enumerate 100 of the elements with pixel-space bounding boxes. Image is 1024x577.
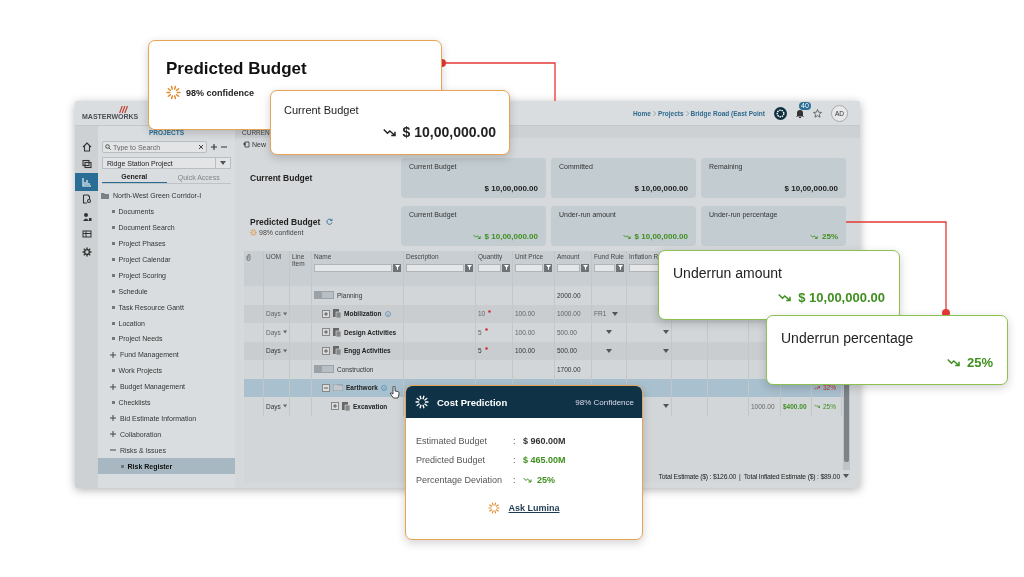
filter-field[interactable] <box>557 263 580 272</box>
bullet-icon <box>111 242 115 246</box>
filter-field[interactable] <box>515 263 543 272</box>
logo-icon <box>118 106 130 113</box>
hand-cursor-icon <box>390 386 400 399</box>
filter-button[interactable] <box>465 263 473 272</box>
spinner-icon[interactable] <box>774 106 787 120</box>
callout-label: Underrun amount <box>673 265 783 281</box>
caret-icon[interactable] <box>663 404 669 409</box>
caret-icon[interactable] <box>220 161 226 165</box>
filter-field[interactable] <box>478 263 501 272</box>
add-icon[interactable] <box>211 144 217 150</box>
filter-field[interactable] <box>629 263 660 272</box>
ask-lumina-link[interactable]: Ask Lumina <box>508 502 560 513</box>
field-value: $ 465.00M <box>523 455 566 466</box>
bell-icon[interactable] <box>796 108 804 118</box>
trend-down-icon <box>814 404 821 409</box>
confidence-label: 98% confidence <box>186 87 255 98</box>
plus-icon[interactable] <box>110 351 116 358</box>
spinner-icon <box>250 228 257 236</box>
card-value: $ 10,00,000.00 <box>484 232 538 241</box>
funnel-icon <box>466 265 472 271</box>
filter-button[interactable] <box>544 263 552 272</box>
bullet-icon <box>111 289 115 293</box>
callout-label: Current Budget <box>284 104 360 116</box>
house-icon[interactable] <box>81 141 92 152</box>
plus-icon <box>333 404 337 409</box>
expand-button[interactable] <box>322 346 330 355</box>
bullet-icon <box>111 401 115 404</box>
bullet-icon <box>111 226 115 230</box>
document-icon <box>333 309 341 319</box>
bullet-icon <box>111 369 115 373</box>
filter-button[interactable] <box>616 263 624 272</box>
funnel-icon <box>394 265 400 271</box>
document-icon <box>333 327 341 337</box>
search-icon <box>105 144 111 150</box>
field-value: $ 960.00M <box>523 435 566 446</box>
section-title: Current Budget <box>250 173 313 183</box>
funnel-icon <box>582 265 588 271</box>
caret-icon[interactable] <box>282 404 287 409</box>
filter-button[interactable] <box>393 263 401 272</box>
callout-value: 25% <box>966 355 993 370</box>
chart-icon[interactable] <box>81 176 92 187</box>
document-search-icon[interactable] <box>81 194 92 205</box>
close-icon[interactable] <box>199 145 203 149</box>
spinner-icon <box>166 85 181 100</box>
callout-title: Predicted Budget <box>166 59 308 79</box>
person-icon[interactable] <box>81 211 92 222</box>
chevron-icon <box>685 110 689 116</box>
funnel-icon <box>503 265 509 271</box>
document-icon <box>333 346 341 356</box>
gear-icon[interactable] <box>81 246 92 257</box>
spinner-icon <box>415 395 429 409</box>
caret-icon[interactable] <box>606 348 612 353</box>
refresh-icon[interactable] <box>326 218 334 225</box>
filter-button[interactable] <box>581 263 589 272</box>
expand-button[interactable] <box>331 402 339 411</box>
caret-icon[interactable] <box>282 348 287 353</box>
colon-text: : <box>513 474 517 485</box>
chevron-icon <box>652 110 656 116</box>
plus-icon[interactable] <box>110 383 116 390</box>
phase-icon <box>314 291 334 300</box>
funnel-icon <box>545 265 551 271</box>
callout-value: $ 10,00,000.00 <box>402 124 496 140</box>
folder-icon <box>333 384 343 392</box>
table-icon[interactable] <box>81 229 92 240</box>
section-title: Predicted Budget <box>250 216 321 227</box>
funnel-icon <box>617 265 623 271</box>
filter-button[interactable] <box>502 263 510 272</box>
plus-icon[interactable] <box>110 415 116 422</box>
layers-icon[interactable] <box>81 159 92 170</box>
plus-icon <box>324 348 328 353</box>
bullet-icon <box>111 210 115 214</box>
colon-text: : <box>513 455 517 466</box>
bullet-icon <box>111 305 115 309</box>
plus-icon <box>324 330 328 335</box>
plus-icon[interactable] <box>110 431 116 438</box>
minus-icon <box>324 385 328 390</box>
trend-up-icon <box>814 385 821 390</box>
document-icon <box>342 401 350 411</box>
phase-icon <box>314 365 334 374</box>
filter-field[interactable] <box>406 263 464 272</box>
star-icon[interactable] <box>813 108 822 118</box>
caret-icon[interactable] <box>663 348 669 353</box>
callout-value: $ 10,00,000.00 <box>798 290 885 305</box>
plus-icon <box>324 311 328 316</box>
caret-icon[interactable] <box>843 474 849 478</box>
filter-field[interactable] <box>594 263 615 272</box>
collapse-button[interactable] <box>322 383 330 392</box>
bullet-icon <box>111 273 115 277</box>
field-value: 25% <box>537 474 555 485</box>
minus-icon[interactable] <box>110 447 116 454</box>
minus-icon[interactable] <box>221 144 227 150</box>
field-label: Percentage Deviation <box>416 474 504 485</box>
confidence-label: 98% Confidence <box>575 397 634 407</box>
filter-field[interactable] <box>314 263 392 272</box>
folder-icon <box>101 192 109 199</box>
bullet-icon <box>111 321 115 325</box>
card-value: $ 10,00,000.00 <box>634 184 688 193</box>
bullet-icon <box>111 337 115 341</box>
